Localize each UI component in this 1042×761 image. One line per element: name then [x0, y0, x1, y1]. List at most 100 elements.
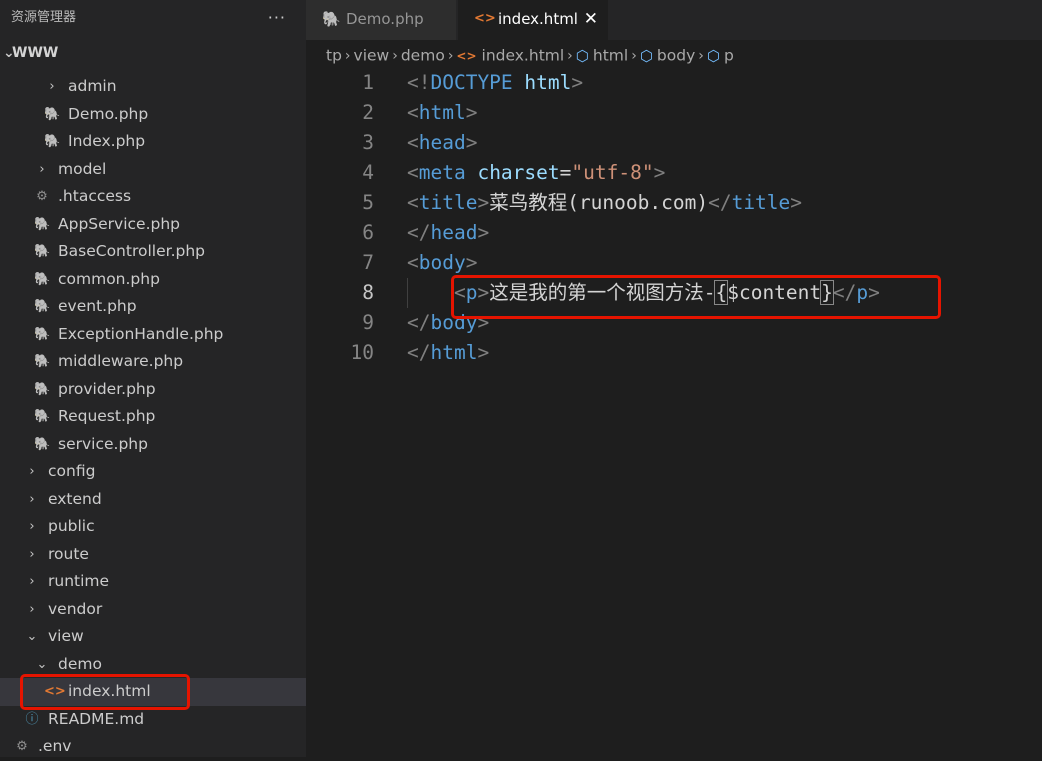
chevron-right-icon: ›: [29, 574, 35, 589]
tree-item-label: common.php: [58, 269, 160, 288]
tree-item-label: runtime: [48, 572, 110, 590]
code-token: >: [571, 71, 584, 94]
tab-demo-php[interactable]: 🐘 Demo.php: [306, 0, 456, 40]
tree-folder[interactable]: › config: [0, 458, 306, 486]
code-token: p: [465, 281, 478, 304]
tree-file[interactable]: 🐘 AppService.php: [0, 211, 306, 239]
chevron-right-icon: ›: [29, 491, 35, 507]
tree-file[interactable]: 🐘 common.php: [0, 266, 306, 294]
html-icon: <>: [474, 11, 496, 26]
code-text: <title>菜鸟教程(runoob.com)</title>: [407, 188, 802, 218]
tree-file[interactable]: 🐘 Request.php: [0, 403, 306, 431]
tree-item-label: view: [48, 627, 84, 645]
tree-folder[interactable]: › model: [0, 156, 306, 184]
code-token: title: [731, 191, 791, 214]
tree-folder[interactable]: › route: [0, 541, 306, 569]
tree-file[interactable]: 🐘 BaseController.php: [0, 238, 306, 266]
chevron-right-icon: ›: [29, 464, 35, 479]
code-token: <: [407, 191, 419, 214]
code-token: 这是我的第一个视图方法-: [489, 281, 716, 304]
chevron-right-icon: ›: [698, 47, 704, 64]
chevron-right-icon: ›: [49, 79, 55, 94]
tree-file[interactable]: 🐘 event.php: [0, 293, 306, 321]
tree-file[interactable]: ⓘ README.md: [0, 706, 306, 734]
breadcrumb-symbol[interactable]: p: [724, 47, 734, 65]
tree-file[interactable]: 🐘 provider.php: [0, 376, 306, 404]
breadcrumb: tp › view › demo › <> index.html › ⬡ html › ⬡ body › ⬡ p: [326, 41, 734, 69]
breadcrumb-file[interactable]: index.html: [482, 47, 565, 65]
chevron-right-icon: ›: [567, 47, 573, 64]
code-line: 1 <!DOCTYPE html>: [306, 68, 1042, 98]
symbol-cube-icon: ⬡: [706, 46, 720, 65]
tree-folder[interactable]: › runtime: [0, 568, 306, 596]
code-token: p: [856, 281, 869, 304]
php-elephant-icon: 🐘: [34, 299, 51, 314]
tree-folder[interactable]: › public: [0, 513, 306, 541]
tree-item-label: Demo.php: [68, 104, 149, 123]
tab-index-html[interactable]: <> index.html ✕: [458, 0, 608, 40]
tree-item-label: Index.php: [68, 132, 146, 150]
php-elephant-icon: 🐘: [34, 271, 51, 287]
tree-folder[interactable]: › vendor: [0, 596, 306, 624]
chevron-right-icon: ›: [344, 47, 351, 64]
close-icon[interactable]: ✕: [584, 0, 598, 38]
php-elephant-icon: 🐘: [44, 134, 61, 149]
symbol-cube-icon: ⬡: [639, 46, 653, 65]
tree-folder[interactable]: ⌄ demo: [0, 651, 306, 679]
php-elephant-icon: 🐘: [34, 354, 51, 369]
tree-item-label: Request.php: [58, 407, 156, 425]
code-token: </: [407, 311, 431, 334]
code-token: >: [477, 311, 490, 334]
more-actions-icon[interactable]: ···: [268, 0, 286, 36]
breadcrumb-item[interactable]: tp: [326, 47, 342, 65]
breadcrumb-symbol[interactable]: html: [593, 47, 628, 65]
tree-folder[interactable]: › admin: [0, 73, 306, 101]
code-token: >: [477, 191, 490, 214]
code-token: 菜鸟教程(runoob.com): [489, 191, 709, 214]
tree-item-label: model: [58, 159, 107, 178]
explorer-sidebar: 资源管理器 ··· ⌄ WWW › admin 🐘 Demo.php 🐘 Index.ph…: [0, 0, 306, 757]
line-number: 2: [362, 101, 374, 124]
breadcrumb-item[interactable]: view: [354, 47, 390, 65]
code-token: html: [418, 101, 466, 124]
tree-file[interactable]: <> index.html: [0, 678, 306, 706]
tree-file[interactable]: 🐘 Index.php: [0, 128, 306, 156]
chevron-right-icon: ›: [29, 601, 35, 617]
tree-folder[interactable]: › extend: [0, 486, 306, 514]
code-line: 2 <html>: [306, 98, 1042, 128]
chevron-down-icon: ⌄: [26, 629, 38, 644]
code-token: {: [714, 280, 729, 305]
tree-item-label: middleware.php: [58, 352, 184, 370]
tree-file[interactable]: 🐘 service.php: [0, 431, 306, 459]
breadcrumb-item[interactable]: demo: [401, 47, 445, 65]
line-number: 8: [362, 281, 374, 304]
chevron-right-icon: ›: [631, 47, 637, 64]
php-elephant-icon: 🐘: [34, 244, 51, 259]
tree-file[interactable]: 🐘 ExceptionHandle.php: [0, 321, 306, 349]
tree-file[interactable]: ⚙ .htaccess: [0, 183, 306, 211]
code-line: 5 <title>菜鸟教程(runoob.com)</title>: [306, 188, 1042, 218]
breadcrumb-symbol[interactable]: body: [657, 47, 695, 65]
info-icon: ⓘ: [25, 711, 39, 727]
php-elephant-icon: 🐘: [34, 436, 51, 452]
tree-item-label: .env: [38, 737, 72, 755]
tree-file[interactable]: 🐘 Demo.php: [0, 101, 306, 129]
code-token: body: [418, 251, 466, 274]
tree-file[interactable]: ⚙ .env: [0, 733, 306, 761]
tree-item-label: .htaccess: [58, 187, 132, 205]
symbol-cube-icon: ⬡: [575, 46, 589, 65]
code-token: <: [407, 101, 419, 124]
code-editor[interactable]: 1 <!DOCTYPE html> 2 <html> 3 <head> 4 <meta cha…: [306, 68, 1042, 757]
code-text: </html>: [407, 338, 489, 368]
code-token: >: [790, 191, 803, 214]
workspace-root-label: WWW: [12, 45, 59, 61]
tree-file[interactable]: 🐘 middleware.php: [0, 348, 306, 376]
code-token: head: [430, 221, 478, 244]
workspace-root[interactable]: ⌄ WWW: [0, 40, 306, 66]
tree-folder[interactable]: ⌄ view: [0, 623, 306, 651]
chevron-right-icon: ›: [39, 161, 45, 177]
tree-item-label: event.php: [58, 297, 137, 315]
code-token: }: [820, 280, 834, 305]
php-elephant-icon: 🐘: [322, 10, 341, 28]
